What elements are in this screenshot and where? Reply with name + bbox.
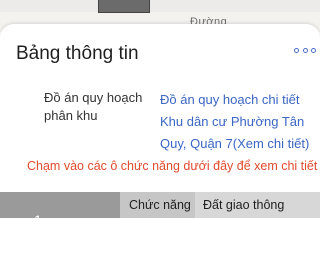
more-dot (311, 47, 316, 53)
more-options-icon[interactable] (294, 44, 316, 56)
land-use-tile-label: Đất giao thông (203, 198, 285, 212)
sheet-title: Bảng thông tin (16, 43, 139, 64)
map-building (98, 0, 150, 13)
plot-number: 1 (34, 212, 42, 228)
function-tile-label: Chức năng (129, 198, 191, 212)
hint-text: Chạm vào các ô chức năng dưới đây để xem… (27, 159, 318, 173)
more-dot (294, 47, 299, 53)
plot-number-tile[interactable] (0, 192, 120, 218)
more-dot (302, 47, 308, 53)
zoning-plan-label: Đồ án quy hoạch phân khu (44, 90, 143, 123)
zoning-plan-link[interactable]: Đồ án quy hoạch chi tiết Khu dân cư Phườ… (160, 89, 320, 155)
